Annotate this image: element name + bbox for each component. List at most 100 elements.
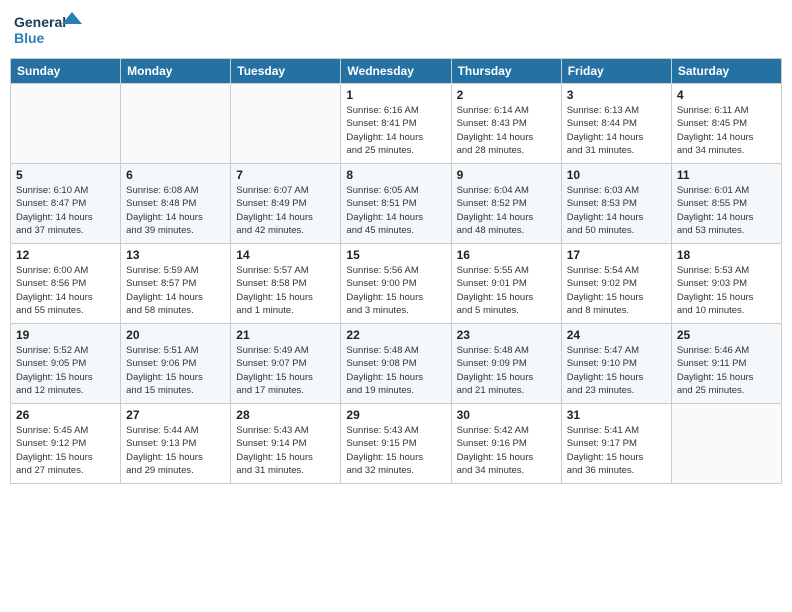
day-number: 22 xyxy=(346,328,445,342)
day-info: Sunrise: 5:55 AM Sunset: 9:01 PM Dayligh… xyxy=(457,264,556,317)
day-number: 12 xyxy=(16,248,115,262)
day-number: 18 xyxy=(677,248,776,262)
day-number: 4 xyxy=(677,88,776,102)
day-number: 25 xyxy=(677,328,776,342)
calendar-cell: 17Sunrise: 5:54 AM Sunset: 9:02 PM Dayli… xyxy=(561,244,671,324)
day-info: Sunrise: 5:54 AM Sunset: 9:02 PM Dayligh… xyxy=(567,264,666,317)
day-info: Sunrise: 6:00 AM Sunset: 8:56 PM Dayligh… xyxy=(16,264,115,317)
day-info: Sunrise: 6:14 AM Sunset: 8:43 PM Dayligh… xyxy=(457,104,556,157)
calendar-cell: 15 Sunrise: 5:56 AM Sunset: 9:00 PM Dayli… xyxy=(341,244,451,324)
day-number: 24 xyxy=(567,328,666,342)
calendar-cell: 8 Sunrise: 6:05 AM Sunset: 8:51 PM Daylig… xyxy=(341,164,451,244)
day-info: Sunrise: 6:01 AM Sunset: 8:55 PM Dayligh… xyxy=(677,184,776,237)
calendar-cell: 28Sunrise: 5:43 AM Sunset: 9:14 PM Dayli… xyxy=(231,404,341,484)
day-info: Sunrise: 6:16 AM Sunset: 8:41 PM Dayligh… xyxy=(346,104,445,157)
day-number: 14 xyxy=(236,248,335,262)
svg-text:Blue: Blue xyxy=(14,30,45,46)
day-info: Sunrise: 6:13 AM Sunset: 8:44 PM Dayligh… xyxy=(567,104,666,157)
calendar-cell: 2 Sunrise: 6:14 AM Sunset: 8:43 PM Daylig… xyxy=(451,84,561,164)
calendar-table: SundayMondayTuesdayWednesdayThursdayFrid… xyxy=(10,58,782,484)
weekday-header-monday: Monday xyxy=(121,59,231,84)
calendar-cell: 16 Sunrise: 5:55 AM Sunset: 9:01 PM Dayli… xyxy=(451,244,561,324)
day-info: Sunrise: 5:49 AM Sunset: 9:07 PM Dayligh… xyxy=(236,344,335,397)
day-info: Sunrise: 5:56 AM Sunset: 9:00 PM Dayligh… xyxy=(346,264,445,317)
day-info: Sunrise: 6:04 AM Sunset: 8:52 PM Dayligh… xyxy=(457,184,556,237)
day-info: Sunrise: 6:07 AM Sunset: 8:49 PM Dayligh… xyxy=(236,184,335,237)
day-info: Sunrise: 5:59 AM Sunset: 8:57 PM Dayligh… xyxy=(126,264,225,317)
day-info: Sunrise: 5:47 AM Sunset: 9:10 PM Dayligh… xyxy=(567,344,666,397)
calendar-cell: 31 Sunrise: 5:41 AM Sunset: 9:17 PM Dayli… xyxy=(561,404,671,484)
calendar-cell xyxy=(671,404,781,484)
day-info: Sunrise: 5:51 AM Sunset: 9:06 PM Dayligh… xyxy=(126,344,225,397)
day-number: 10 xyxy=(567,168,666,182)
svg-text:General: General xyxy=(14,14,66,30)
calendar-cell: 21 Sunrise: 5:49 AM Sunset: 9:07 PM Dayli… xyxy=(231,324,341,404)
day-number: 11 xyxy=(677,168,776,182)
calendar-cell: 11 Sunrise: 6:01 AM Sunset: 8:55 PM Dayli… xyxy=(671,164,781,244)
calendar-cell: 25 Sunrise: 5:46 AM Sunset: 9:11 PM Dayli… xyxy=(671,324,781,404)
day-number: 1 xyxy=(346,88,445,102)
day-number: 13 xyxy=(126,248,225,262)
week-row-2: 5 Sunrise: 6:10 AM Sunset: 8:47 PM Daylig… xyxy=(11,164,782,244)
day-info: Sunrise: 5:46 AM Sunset: 9:11 PM Dayligh… xyxy=(677,344,776,397)
calendar-cell: 20 Sunrise: 5:51 AM Sunset: 9:06 PM Dayli… xyxy=(121,324,231,404)
weekday-header-saturday: Saturday xyxy=(671,59,781,84)
day-info: Sunrise: 6:08 AM Sunset: 8:48 PM Dayligh… xyxy=(126,184,225,237)
calendar-cell: 4 Sunrise: 6:11 AM Sunset: 8:45 PM Daylig… xyxy=(671,84,781,164)
calendar-cell: 18 Sunrise: 5:53 AM Sunset: 9:03 PM Dayli… xyxy=(671,244,781,324)
calendar-cell: 7 Sunrise: 6:07 AM Sunset: 8:49 PM Daylig… xyxy=(231,164,341,244)
day-info: Sunrise: 5:48 AM Sunset: 9:08 PM Dayligh… xyxy=(346,344,445,397)
week-row-3: 12 Sunrise: 6:00 AM Sunset: 8:56 PM Dayli… xyxy=(11,244,782,324)
day-info: Sunrise: 5:45 AM Sunset: 9:12 PM Dayligh… xyxy=(16,424,115,477)
calendar-cell: 23Sunrise: 5:48 AM Sunset: 9:09 PM Dayli… xyxy=(451,324,561,404)
calendar-cell xyxy=(121,84,231,164)
day-number: 31 xyxy=(567,408,666,422)
calendar-cell: 9 Sunrise: 6:04 AM Sunset: 8:52 PM Daylig… xyxy=(451,164,561,244)
week-row-1: 1 Sunrise: 6:16 AM Sunset: 8:41 PM Daylig… xyxy=(11,84,782,164)
day-number: 3 xyxy=(567,88,666,102)
day-number: 26 xyxy=(16,408,115,422)
day-number: 19 xyxy=(16,328,115,342)
calendar-cell: 5 Sunrise: 6:10 AM Sunset: 8:47 PM Daylig… xyxy=(11,164,121,244)
calendar-cell: 19 Sunrise: 5:52 AM Sunset: 9:05 PM Dayli… xyxy=(11,324,121,404)
day-info: Sunrise: 5:52 AM Sunset: 9:05 PM Dayligh… xyxy=(16,344,115,397)
calendar-cell: 14Sunrise: 5:57 AM Sunset: 8:58 PM Dayli… xyxy=(231,244,341,324)
day-number: 20 xyxy=(126,328,225,342)
weekday-header-tuesday: Tuesday xyxy=(231,59,341,84)
calendar-cell xyxy=(231,84,341,164)
day-number: 9 xyxy=(457,168,556,182)
calendar-cell xyxy=(11,84,121,164)
day-number: 2 xyxy=(457,88,556,102)
day-number: 16 xyxy=(457,248,556,262)
weekday-header-thursday: Thursday xyxy=(451,59,561,84)
day-number: 8 xyxy=(346,168,445,182)
day-info: Sunrise: 6:10 AM Sunset: 8:47 PM Dayligh… xyxy=(16,184,115,237)
day-info: Sunrise: 5:48 AM Sunset: 9:09 PM Dayligh… xyxy=(457,344,556,397)
weekday-header-row: SundayMondayTuesdayWednesdayThursdayFrid… xyxy=(11,59,782,84)
calendar-cell: 29Sunrise: 5:43 AM Sunset: 9:15 PM Dayli… xyxy=(341,404,451,484)
day-number: 7 xyxy=(236,168,335,182)
header: GeneralBlue xyxy=(10,10,782,50)
logo-svg: GeneralBlue xyxy=(14,10,84,50)
day-info: Sunrise: 5:44 AM Sunset: 9:13 PM Dayligh… xyxy=(126,424,225,477)
week-row-5: 26 Sunrise: 5:45 AM Sunset: 9:12 PM Dayli… xyxy=(11,404,782,484)
day-number: 5 xyxy=(16,168,115,182)
day-info: Sunrise: 5:41 AM Sunset: 9:17 PM Dayligh… xyxy=(567,424,666,477)
day-info: Sunrise: 6:11 AM Sunset: 8:45 PM Dayligh… xyxy=(677,104,776,157)
calendar-cell: 26 Sunrise: 5:45 AM Sunset: 9:12 PM Dayli… xyxy=(11,404,121,484)
day-number: 30 xyxy=(457,408,556,422)
day-number: 21 xyxy=(236,328,335,342)
calendar-cell: 24 Sunrise: 5:47 AM Sunset: 9:10 PM Dayli… xyxy=(561,324,671,404)
calendar-cell: 6Sunrise: 6:08 AM Sunset: 8:48 PM Daylig… xyxy=(121,164,231,244)
day-info: Sunrise: 6:05 AM Sunset: 8:51 PM Dayligh… xyxy=(346,184,445,237)
day-number: 28 xyxy=(236,408,335,422)
day-number: 29 xyxy=(346,408,445,422)
day-info: Sunrise: 5:53 AM Sunset: 9:03 PM Dayligh… xyxy=(677,264,776,317)
calendar-cell: 13 Sunrise: 5:59 AM Sunset: 8:57 PM Dayli… xyxy=(121,244,231,324)
calendar-cell: 27Sunrise: 5:44 AM Sunset: 9:13 PM Dayli… xyxy=(121,404,231,484)
day-number: 15 xyxy=(346,248,445,262)
calendar-cell: 22 Sunrise: 5:48 AM Sunset: 9:08 PM Dayli… xyxy=(341,324,451,404)
weekday-header-wednesday: Wednesday xyxy=(341,59,451,84)
day-info: Sunrise: 6:03 AM Sunset: 8:53 PM Dayligh… xyxy=(567,184,666,237)
weekday-header-friday: Friday xyxy=(561,59,671,84)
